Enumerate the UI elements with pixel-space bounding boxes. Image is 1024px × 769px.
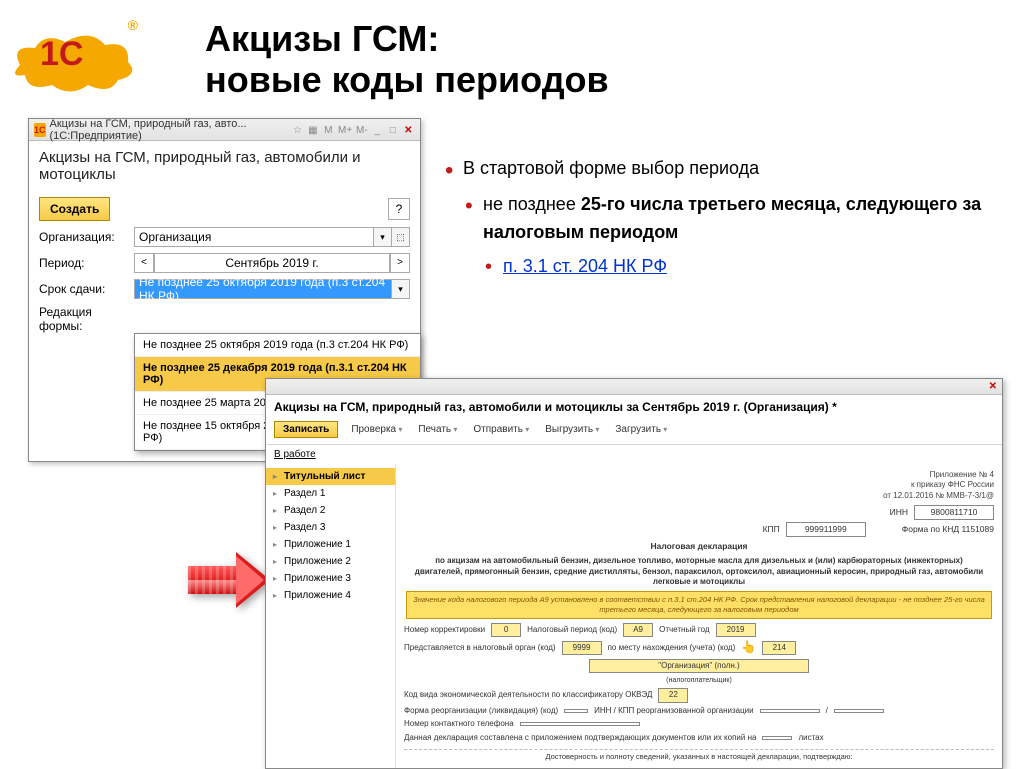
period-next-button[interactable]: > — [390, 253, 410, 273]
declaration-subheading: по акцизам на автомобильный бензин, дизе… — [414, 556, 984, 587]
period-code-highlight: Значение кода налогового периода А9 уста… — [406, 591, 992, 619]
send-menu[interactable]: Отправить — [470, 424, 532, 435]
close-icon[interactable]: ✕ — [402, 123, 415, 137]
taxperiod-label: Налоговый период (код) — [527, 625, 617, 635]
nav-app-2[interactable]: Приложение 2 — [266, 553, 395, 570]
pages-label-1: Данная декларация составлена с приложени… — [404, 733, 756, 743]
year-field[interactable]: 2019 — [716, 623, 756, 637]
reorg-inn-field[interactable] — [760, 709, 820, 713]
year-label: Отчетный год — [659, 625, 709, 635]
phone-label: Номер контактного телефона — [404, 719, 514, 729]
calc-icon[interactable]: ▦ — [306, 123, 319, 137]
declaration-window: ✕ Акцизы на ГСМ, природный газ, автомоби… — [265, 378, 1003, 769]
slide-title: Акцизы ГСМ: новые коды периодов — [205, 18, 609, 101]
orgfull-field[interactable]: "Организация" (полн.) — [589, 659, 809, 673]
inn-field[interactable]: 9800811710 — [914, 505, 994, 520]
declaration-title: Акцизы на ГСМ, природный газ, автомобили… — [266, 395, 1002, 419]
deadline-label: Срок сдачи: — [39, 282, 134, 296]
reorg-kpp-field[interactable] — [834, 709, 884, 713]
m-icon[interactable]: M — [322, 123, 335, 137]
logo-1c: ® 1С — [10, 20, 140, 80]
load-menu[interactable]: Загрузить — [612, 424, 670, 435]
pages-label-2: листах — [798, 733, 823, 743]
nav-title-page[interactable]: Титульный лист — [266, 468, 395, 485]
declaration-toolbar: Записать Проверка Печать Отправить Выгру… — [266, 419, 1002, 445]
nav-app-3[interactable]: Приложение 3 — [266, 570, 395, 587]
organ-field[interactable]: 9999 — [562, 641, 602, 655]
org-input[interactable]: Организация — [134, 227, 374, 247]
phone-field[interactable] — [520, 722, 640, 726]
knd-label: Форма по КНД 1151089 — [902, 524, 994, 535]
place-field[interactable]: 214 — [762, 641, 796, 655]
orgfull-sub: (налогоплательщик) — [404, 676, 994, 685]
close-icon[interactable]: ✕ — [987, 381, 999, 392]
confirm-text: Достоверность и полноту сведений, указан… — [404, 749, 994, 762]
bullet-2: не позднее 25-го числа третьего месяца, … — [445, 191, 1024, 247]
help-button[interactable]: ? — [388, 198, 410, 220]
nav-app-4[interactable]: Приложение 4 — [266, 587, 395, 604]
period-prev-button[interactable]: < — [134, 253, 154, 273]
taxperiod-field[interactable]: А9 — [623, 623, 653, 637]
bullet-list: В стартовой форме выбор периода не поздн… — [445, 155, 1024, 281]
maximize-icon[interactable]: □ — [386, 123, 399, 137]
form-header: Акцизы на ГСМ, природный газ, автомобили… — [29, 141, 420, 191]
version-label: Редакция формы: — [39, 305, 134, 333]
okved-field[interactable]: 22 — [658, 688, 688, 702]
bullet-3: п. 3.1 ст. 204 НК РФ — [445, 253, 1024, 281]
create-button[interactable]: Создать — [39, 197, 110, 221]
appendix-note: Приложение № 4 к приказу ФНС России от 1… — [404, 470, 994, 501]
law-link[interactable]: п. 3.1 ст. 204 НК РФ — [503, 256, 667, 276]
bullet-1: В стартовой форме выбор периода — [445, 155, 1024, 183]
corr-label: Номер корректировки — [404, 625, 485, 635]
kpp-label: КПП — [763, 524, 780, 535]
dropdown-option-1[interactable]: Не позднее 25 октября 2019 года (п.3 ст.… — [135, 334, 420, 357]
period-label: Период: — [39, 256, 134, 270]
declaration-heading: Налоговая декларация — [414, 541, 984, 552]
nav-section-2[interactable]: Раздел 2 — [266, 502, 395, 519]
period-field[interactable]: Сентябрь 2019 г. — [154, 253, 390, 273]
window2-titlebar: ✕ — [266, 379, 1002, 395]
minimize-icon[interactable]: _ — [371, 123, 384, 137]
reorg-field[interactable] — [564, 709, 588, 713]
deadline-dropdown-icon[interactable]: ▾ — [392, 279, 410, 299]
status-link[interactable]: В работе — [266, 445, 1002, 464]
title-page-form: Приложение № 4 к приказу ФНС России от 1… — [396, 464, 1002, 768]
app-icon: 1C — [34, 123, 46, 137]
kpp-field[interactable]: 999911999 — [786, 522, 866, 537]
logo-text: 1С — [40, 35, 83, 74]
section-nav: Титульный лист Раздел 1 Раздел 2 Раздел … — [266, 464, 396, 768]
pages-field[interactable] — [762, 736, 792, 740]
cursor-icon: 👆 — [741, 640, 756, 656]
reorg-label: Форма реорганизации (ликвидация) (код) — [404, 706, 558, 716]
open-icon[interactable]: ⬚ — [392, 227, 410, 247]
print-menu[interactable]: Печать — [415, 424, 460, 435]
dropdown-icon[interactable]: ▾ — [374, 227, 392, 247]
mplus-icon[interactable]: M+ — [337, 123, 353, 137]
okved-label: Код вида экономической деятельности по к… — [404, 690, 652, 700]
organ-label: Представляется в налоговый орган (код) — [404, 643, 556, 653]
nav-app-1[interactable]: Приложение 1 — [266, 536, 395, 553]
nav-section-1[interactable]: Раздел 1 — [266, 485, 395, 502]
write-button[interactable]: Записать — [274, 421, 338, 438]
window-titlebar: 1C Акцизы на ГСМ, природный газ, авто...… — [29, 119, 420, 141]
deadline-select[interactable]: Не позднее 25 октября 2019 года (п.3 ст.… — [134, 279, 392, 299]
nav-section-3[interactable]: Раздел 3 — [266, 519, 395, 536]
star-icon[interactable]: ☆ — [291, 123, 304, 137]
window-title: Акцизы на ГСМ, природный газ, авто... (1… — [50, 118, 289, 142]
upload-menu[interactable]: Выгрузить — [542, 424, 602, 435]
mminus-icon[interactable]: M- — [355, 123, 369, 137]
inn-label: ИНН — [890, 507, 908, 518]
place-label: по месту нахождения (учета) (код) — [608, 643, 736, 653]
corr-field[interactable]: 0 — [491, 623, 521, 637]
reorg-org-label: ИНН / КПП реорганизованной организации — [594, 706, 753, 716]
org-label: Организация: — [39, 230, 134, 244]
check-menu[interactable]: Проверка — [348, 424, 405, 435]
